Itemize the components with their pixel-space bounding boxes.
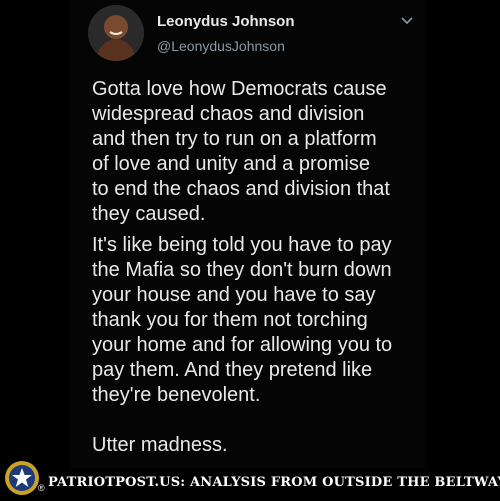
author-name[interactable]: Leonydus Johnson	[157, 13, 295, 30]
author-handle[interactable]: @LeonydusJohnson	[157, 38, 285, 54]
avatar[interactable]	[88, 5, 144, 61]
registered-mark: ®	[38, 483, 45, 493]
tweet-text: Gotta love how Democrats cause widesprea…	[92, 77, 422, 458]
tweet-paragraph: It's like being told you have to pay the…	[92, 234, 393, 406]
tweet-paragraph: Gotta love how Democrats cause widesprea…	[92, 78, 390, 225]
star-seal-icon	[4, 460, 40, 496]
avatar-image	[88, 5, 144, 61]
tweet-paragraph: Utter madness.	[92, 434, 228, 456]
footer-text: PATRIOTPOST.US: ANALYSIS FROM OUTSIDE TH…	[48, 475, 500, 490]
chevron-down-icon[interactable]	[400, 14, 414, 26]
